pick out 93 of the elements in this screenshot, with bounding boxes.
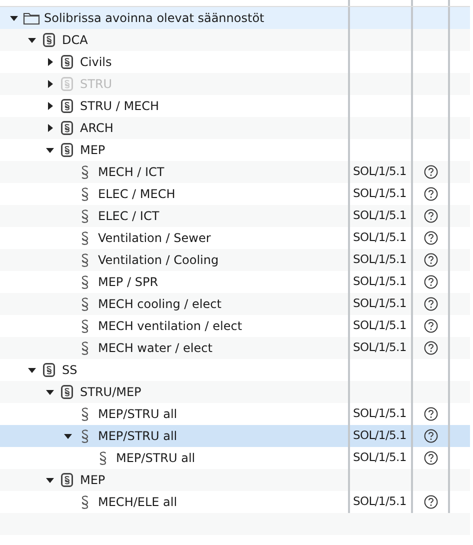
rule-code: SOL/1/5.1	[353, 295, 406, 312]
section-sign-icon	[81, 406, 89, 422]
tree-item-label: MEP/STRU all	[98, 428, 178, 445]
section-sign-icon	[61, 99, 73, 113]
tree-item-label: ARCH	[80, 120, 114, 137]
section-sign-icon	[81, 164, 89, 180]
tree-item-label: MECH / ICT	[98, 164, 164, 181]
tree-item-label: Civils	[80, 54, 112, 71]
rule-code: SOL/1/5.1	[353, 339, 406, 356]
section-sign-icon	[43, 363, 55, 377]
section-sign-icon	[81, 318, 89, 334]
section-sign-icon	[61, 55, 73, 69]
section-sign-icon	[81, 274, 89, 290]
tree-item-label: MECH ventilation / elect	[98, 318, 242, 335]
section-sign-icon	[81, 340, 89, 356]
tree-item-label: STRU / MECH	[80, 98, 160, 115]
section-sign-icon	[81, 230, 89, 246]
help-icon	[424, 297, 438, 311]
tree-row[interactable]: STRU/MEP	[0, 381, 470, 403]
section-sign-icon	[61, 385, 73, 399]
section-sign-icon	[61, 77, 73, 91]
tree-row[interactable]: MECH / ICT SOL/1/5.1	[0, 161, 470, 183]
help-icon	[424, 209, 438, 223]
rule-code: SOL/1/5.1	[353, 229, 406, 246]
rule-code: SOL/1/5.1	[353, 251, 406, 268]
help-icon	[424, 231, 438, 245]
triangle-icon[interactable]	[46, 388, 54, 396]
section-sign-icon	[61, 143, 73, 157]
tree-row[interactable]: MEP/STRU all SOL/1/5.1	[0, 425, 470, 447]
section-sign-icon	[61, 473, 73, 487]
tree-item-label: SS	[62, 362, 78, 379]
tree-row[interactable]: ELEC / ICT SOL/1/5.1	[0, 205, 470, 227]
help-icon	[424, 165, 438, 179]
rule-code: SOL/1/5.1	[353, 207, 406, 224]
rule-code: SOL/1/5.1	[353, 273, 406, 290]
help-icon	[424, 451, 438, 465]
tree-item-label: MECH cooling / elect	[98, 296, 222, 313]
section-sign-icon	[61, 121, 73, 135]
section-sign-icon	[81, 252, 89, 268]
section-sign-icon	[81, 428, 89, 444]
tree-row[interactable]: Ventilation / Cooling SOL/1/5.1	[0, 249, 470, 271]
triangle-icon[interactable]	[46, 124, 54, 132]
tree-row[interactable]: DCA	[0, 29, 470, 51]
triangle-icon[interactable]	[10, 14, 18, 22]
tree-item-label: Ventilation / Sewer	[98, 230, 211, 247]
help-icon	[424, 275, 438, 289]
help-icon	[424, 429, 438, 443]
triangle-icon[interactable]	[64, 432, 72, 440]
help-icon	[424, 253, 438, 267]
tree-row[interactable]: MECH cooling / elect SOL/1/5.1	[0, 293, 470, 315]
help-icon	[424, 319, 438, 333]
triangle-icon[interactable]	[46, 476, 54, 484]
rule-code: SOL/1/5.1	[353, 185, 406, 202]
section-sign-icon	[81, 208, 89, 224]
tree-item-label: ELEC / MECH	[98, 186, 176, 203]
tree-item-label: MECH/ELE all	[98, 494, 178, 511]
tree-row[interactable]: Solibrissa avoinna olevat säännostöt	[0, 7, 470, 29]
triangle-icon[interactable]	[28, 36, 36, 44]
triangle-icon[interactable]	[28, 366, 36, 374]
help-icon	[424, 495, 438, 509]
tree-item-label: DCA	[62, 32, 88, 49]
triangle-icon[interactable]	[46, 146, 54, 154]
rule-code: SOL/1/5.1	[353, 163, 406, 180]
help-icon	[424, 187, 438, 201]
tree-row[interactable]: MEP	[0, 469, 470, 491]
rule-code: SOL/1/5.1	[353, 405, 406, 422]
section-sign-icon	[99, 450, 107, 466]
help-icon	[424, 407, 438, 421]
tree-item-label: STRU/MEP	[80, 384, 142, 401]
rule-code: SOL/1/5.1	[353, 317, 406, 334]
rule-code: SOL/1/5.1	[353, 427, 406, 444]
section-sign-icon	[81, 494, 89, 510]
tree-item-label: ELEC / ICT	[98, 208, 160, 225]
tree-item-label: MEP	[80, 472, 106, 489]
tree-item-label: Ventilation / Cooling	[98, 252, 219, 269]
tree-item-label: MEP/STRU all	[116, 450, 196, 467]
folder-icon	[22, 11, 40, 25]
tree-item-label: Solibrissa avoinna olevat säännostöt	[44, 10, 264, 27]
tree-item-label: STRU	[80, 76, 112, 93]
tree-item-label: MEP/STRU all	[98, 406, 178, 423]
section-sign-icon	[81, 296, 89, 312]
help-icon	[424, 341, 438, 355]
tree-item-label: MECH water / elect	[98, 340, 212, 357]
section-sign-icon	[43, 33, 55, 47]
triangle-icon[interactable]	[46, 58, 54, 66]
tree-item-label: MEP	[80, 142, 106, 159]
section-sign-icon	[81, 186, 89, 202]
tree-row[interactable]: MECH water / elect SOL/1/5.1	[0, 337, 470, 359]
triangle-icon[interactable]	[46, 102, 54, 110]
tree-item-label: MEP / SPR	[98, 274, 158, 291]
rule-code: SOL/1/5.1	[353, 449, 406, 466]
rule-code: SOL/1/5.1	[353, 493, 406, 510]
tree-row[interactable]: ARCH	[0, 117, 470, 139]
